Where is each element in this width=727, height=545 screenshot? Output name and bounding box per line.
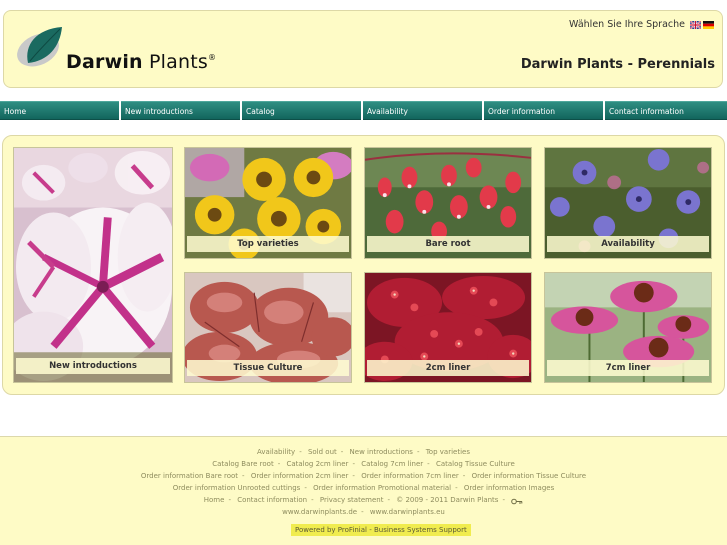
- nav-catalog[interactable]: Catalog: [242, 101, 361, 120]
- footer-link-availability[interactable]: Availability: [257, 448, 295, 456]
- tile-caption: Tissue Culture: [187, 360, 349, 376]
- nav-contact-information[interactable]: Contact information: [605, 101, 727, 120]
- footer-link-order-7cm-liner[interactable]: Order information 7cm liner: [361, 472, 459, 480]
- registered-mark: ®: [208, 53, 217, 62]
- footer-link-contact-information[interactable]: Contact information: [237, 496, 307, 504]
- footer-link-order-unrooted-cuttings[interactable]: Order information Unrooted cuttings: [173, 484, 301, 492]
- footer-link-privacy-statement[interactable]: Privacy statement: [320, 496, 384, 504]
- tile-new-introductions[interactable]: New introductions: [13, 147, 173, 383]
- footer-line-order-other: Order information Unrooted cuttings - Ord…: [172, 484, 555, 492]
- footer-link-catalog-2cm-liner[interactable]: Catalog 2cm liner: [286, 460, 348, 468]
- darwin-plants-leaf-logo-icon[interactable]: [14, 23, 68, 69]
- footer-copyright: © 2009 - 2011 Darwin Plants: [396, 496, 499, 504]
- footer-link-new-introductions[interactable]: New introductions: [350, 448, 413, 456]
- striped-petunia-image: [14, 148, 172, 382]
- nav-new-introductions[interactable]: New introductions: [121, 101, 240, 120]
- footer-link-order-2cm-liner[interactable]: Order information 2cm liner: [251, 472, 349, 480]
- footer-line-site: Home - Contact information - Privacy state…: [0, 494, 727, 506]
- footer-line-catalogs: Catalog Bare root - Catalog 2cm liner - Ca…: [212, 460, 515, 468]
- powered-by-link[interactable]: Powered by ProFinial - Business Systems …: [291, 524, 471, 536]
- tile-caption: New introductions: [16, 358, 170, 374]
- footer-link-order-bare-root[interactable]: Order information Bare root: [141, 472, 238, 480]
- tile-top-varieties[interactable]: Top varieties: [184, 147, 352, 259]
- footer-link-order-promotional-material[interactable]: Order information Promotional material: [313, 484, 451, 492]
- footer-link-order-tissue-culture[interactable]: Order information Tissue Culture: [472, 472, 587, 480]
- tile-caption: Bare root: [367, 236, 529, 252]
- language-prompt: Wählen Sie Ihre Sprache: [569, 19, 685, 30]
- tile-availability[interactable]: Availability: [544, 147, 712, 259]
- main-navigation: Home New introductions Catalog Availabil…: [0, 101, 727, 120]
- footer-link-top-varieties[interactable]: Top varieties: [426, 448, 470, 456]
- footer-links: Availability - Sold out - New introduction…: [0, 446, 727, 518]
- footer-link-home[interactable]: Home: [204, 496, 225, 504]
- tile-caption: Top varieties: [187, 236, 349, 252]
- tile-caption: 7cm liner: [547, 360, 709, 376]
- page-title: Darwin Plants - Perennials: [520, 57, 715, 72]
- footer-link-order-images[interactable]: Order information Images: [464, 484, 554, 492]
- footer-link-catalog-tissue-culture[interactable]: Catalog Tissue Culture: [436, 460, 515, 468]
- footer-line-domains: www.darwinplants.de - www.darwinplants.eu: [282, 508, 445, 516]
- footer-link-catalog-7cm-liner[interactable]: Catalog 7cm liner: [361, 460, 423, 468]
- footer-link-domain-de[interactable]: www.darwinplants.de: [282, 508, 357, 516]
- german-flag-icon[interactable]: [703, 20, 714, 29]
- tile-7cm-liner[interactable]: 7cm liner: [544, 272, 712, 383]
- footer-link-catalog-bare-root[interactable]: Catalog Bare root: [212, 460, 274, 468]
- logo-name: Plants: [149, 51, 208, 73]
- tile-bare-root[interactable]: Bare root: [364, 147, 532, 259]
- key-icon[interactable]: [511, 497, 523, 504]
- language-selector: Wählen Sie Ihre Sprache: [569, 19, 714, 30]
- tile-2cm-liner[interactable]: 2cm liner: [364, 272, 532, 383]
- nav-order-information[interactable]: Order information: [484, 101, 603, 120]
- uk-flag-icon[interactable]: [690, 20, 701, 29]
- tile-tissue-culture[interactable]: Tissue Culture: [184, 272, 352, 383]
- footer-link-sold-out[interactable]: Sold out: [308, 448, 337, 456]
- footer-line-availability: Availability - Sold out - New introduction…: [257, 448, 470, 456]
- nav-home[interactable]: Home: [0, 101, 119, 120]
- footer-link-domain-eu[interactable]: www.darwinplants.eu: [370, 508, 445, 516]
- site-header: Darwin Plants® Wählen Sie Ihre Sprache D…: [3, 10, 723, 88]
- site-logo-wordmark[interactable]: Darwin Plants®: [66, 51, 216, 73]
- tile-caption: 2cm liner: [367, 360, 529, 376]
- logo-brand: Darwin: [66, 51, 143, 73]
- tile-caption: Availability: [547, 236, 709, 252]
- footer-line-order-info: Order information Bare root - Order infor…: [140, 472, 587, 480]
- category-tiles-panel: New introductions Top varieties Bare roo…: [2, 135, 725, 395]
- nav-availability[interactable]: Availability: [363, 101, 482, 120]
